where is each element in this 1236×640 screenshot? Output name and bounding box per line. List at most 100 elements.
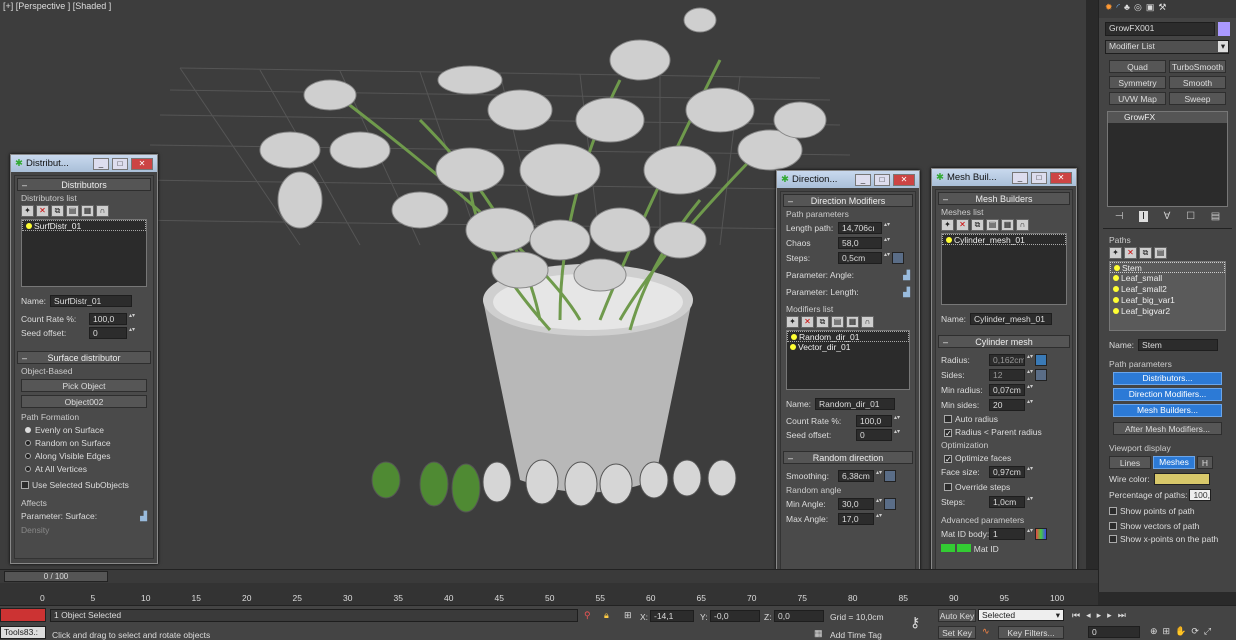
spinner[interactable]: ▴▾ xyxy=(129,327,135,339)
length-field[interactable]: 14,706cı xyxy=(838,222,882,234)
maximize-button[interactable]: □ xyxy=(874,173,890,186)
copy-icon[interactable]: ⧉ xyxy=(971,219,984,231)
add-time-tag[interactable]: Add Time Tag xyxy=(830,630,882,640)
minsides-field[interactable]: 20 xyxy=(989,399,1025,411)
minradius-field[interactable]: 0,07cm xyxy=(989,384,1025,396)
show-xpoints-checkbox[interactable]: Show x-points on the path xyxy=(1109,534,1226,544)
new-icon[interactable]: ✦ xyxy=(1109,247,1122,259)
utilities-icon[interactable]: ⚒ xyxy=(1158,2,1166,16)
remove-icon[interactable]: ☐ xyxy=(1186,211,1195,222)
percentage-field[interactable]: 100,0 xyxy=(1189,489,1212,501)
mesh-titlebar[interactable]: ✱ Mesh Buil... _ □ ✕ xyxy=(932,169,1076,186)
list-item[interactable]: Leaf_small xyxy=(1110,273,1225,284)
smooth-button[interactable]: Smooth xyxy=(1169,76,1226,89)
lock-icon[interactable]: 🔒︎ xyxy=(604,610,609,621)
show-points-checkbox[interactable]: Show points of path xyxy=(1109,506,1226,516)
paste-icon[interactable]: ▤ xyxy=(1154,247,1167,259)
uvw-map-button[interactable]: UVW Map xyxy=(1109,92,1166,105)
close-button[interactable]: ✕ xyxy=(893,173,915,186)
magnet-icon[interactable]: ∩ xyxy=(1016,219,1029,231)
seed-field[interactable]: 0 xyxy=(89,327,127,339)
show-vectors-checkbox[interactable]: Show vectors of path xyxy=(1109,521,1226,531)
radio-random[interactable]: Random on Surface xyxy=(25,438,143,448)
meshes-list[interactable]: Cylinder_mesh_01 xyxy=(941,233,1067,305)
graph-icon[interactable] xyxy=(884,498,896,510)
key-mode-icon[interactable]: ∿ xyxy=(982,626,990,637)
override-steps-checkbox[interactable]: Override steps xyxy=(944,482,1064,492)
steps-field[interactable]: 1,0cm xyxy=(989,496,1025,508)
meshes-tab[interactable]: Meshes xyxy=(1153,456,1195,469)
name-field[interactable]: SurfDistr_01 xyxy=(50,295,133,307)
max-angle-field[interactable]: 17,0 xyxy=(838,513,874,525)
delete-icon[interactable]: ✕ xyxy=(956,219,969,231)
y-field[interactable]: -0,0 xyxy=(710,610,760,622)
display-icon[interactable]: ▣ xyxy=(1146,2,1155,16)
radio-vertices[interactable]: At All Vertices xyxy=(25,464,143,474)
smoothing-field[interactable]: 6,38cm xyxy=(838,470,874,482)
modifier-stack[interactable]: GrowFX xyxy=(1107,111,1228,207)
countrate-field[interactable]: 100,0 xyxy=(89,313,127,325)
current-frame-field[interactable]: 0 xyxy=(1088,626,1140,638)
direction-titlebar[interactable]: ✱ Direction... _ □ ✕ xyxy=(777,171,919,188)
next-frame-icon[interactable]: ▸ xyxy=(1107,610,1112,621)
sides-field[interactable]: 12 xyxy=(989,369,1025,381)
seed-field[interactable]: 0 xyxy=(856,429,892,441)
graph-icon[interactable]: ▟ xyxy=(903,287,910,298)
x-field[interactable]: -14,1 xyxy=(650,610,694,622)
list-item[interactable]: Leaf_small2 xyxy=(1110,284,1225,295)
prev-frame-icon[interactable]: ◂ xyxy=(1086,610,1091,621)
object-name-field[interactable]: GrowFX001 xyxy=(1105,22,1216,36)
delete-icon[interactable]: ✕ xyxy=(1124,247,1137,259)
paste-icon[interactable]: ▤ xyxy=(831,316,844,328)
key-selection-dropdown[interactable]: Selected ▾ xyxy=(978,609,1064,621)
unique-icon[interactable]: ∀ xyxy=(1164,211,1171,222)
motion-icon[interactable]: ◎ xyxy=(1134,2,1142,16)
new-icon[interactable]: ✦ xyxy=(941,219,954,231)
track-bar[interactable]: 0 5 10 15 20 25 30 35 40 45 50 55 60 65 70 75 80 85 90 95 10… xyxy=(0,583,1098,605)
list-item[interactable]: Leaf_bigvar2 xyxy=(1110,306,1225,317)
graph-icon[interactable]: ▟ xyxy=(903,270,910,281)
wire-color-swatch[interactable] xyxy=(1153,473,1210,485)
facesize-field[interactable]: 0,97cm xyxy=(989,466,1025,478)
copy-icon[interactable]: ⧉ xyxy=(51,205,64,217)
time-slider[interactable]: 0 / 100 xyxy=(0,569,1098,583)
maxscript-mini-listener[interactable]: Tools83.: xyxy=(0,626,46,639)
object-color-swatch[interactable] xyxy=(1218,22,1230,36)
list-item[interactable]: Stem xyxy=(1110,262,1225,273)
list-item[interactable]: Leaf_big_var1 xyxy=(1110,295,1225,306)
mesh-builders-button[interactable]: Mesh Builders... xyxy=(1113,404,1222,417)
name-field[interactable]: Stem xyxy=(1138,339,1219,351)
zoom-icon[interactable]: ⊕ xyxy=(1150,626,1158,637)
hierarchy-icon[interactable]: ♣ xyxy=(1124,2,1130,16)
list-item[interactable]: Vector_dir_01 xyxy=(787,342,909,353)
new-icon[interactable]: ✦ xyxy=(21,205,34,217)
rollout-surface-distributor[interactable]: – Surface distributor xyxy=(17,351,151,364)
zoom-all-icon[interactable]: ⊞ xyxy=(1163,626,1171,637)
time-tag-icon[interactable]: ▦ xyxy=(814,628,823,639)
delete-icon[interactable]: ✕ xyxy=(36,205,49,217)
instance-icon[interactable]: ▦ xyxy=(81,205,94,217)
perspective-viewport[interactable]: [+] [Perspective ] [Shaded ] xyxy=(0,0,1086,580)
transform-mode-icon[interactable]: ⊞ xyxy=(624,610,632,621)
use-selected-checkbox[interactable]: Use Selected SubObjects xyxy=(21,480,147,490)
distributors-button[interactable]: Distributors... xyxy=(1113,372,1222,385)
orbit-icon[interactable]: ⟳ xyxy=(1191,626,1199,637)
rollout-random-direction[interactable]: – Random direction xyxy=(783,451,913,464)
maximize-button[interactable]: □ xyxy=(112,157,128,170)
palette-icon[interactable] xyxy=(1035,528,1047,540)
delete-icon[interactable]: ✕ xyxy=(801,316,814,328)
symmetry-button[interactable]: Symmetry xyxy=(1109,76,1166,89)
show-end-icon[interactable]: I xyxy=(1139,211,1148,222)
name-field[interactable]: Cylinder_mesh_01 xyxy=(970,313,1053,325)
optimize-faces-checkbox[interactable]: ✓ Optimize faces xyxy=(944,453,1064,464)
paste-icon[interactable]: ▤ xyxy=(66,205,79,217)
matid-field[interactable]: 1 xyxy=(989,528,1025,540)
after-mesh-modifiers-button[interactable]: After Mesh Modifiers... xyxy=(1113,422,1222,435)
key-icon[interactable]: ⚷ xyxy=(910,614,920,631)
lines-tab[interactable]: Lines xyxy=(1109,456,1151,469)
quad-chamfer-button[interactable]: Quad Chamfer xyxy=(1109,60,1166,84)
new-icon[interactable]: ✦ xyxy=(786,316,799,328)
direction-modifiers-button[interactable]: Direction Modifiers... xyxy=(1113,388,1222,401)
h-tab[interactable]: H xyxy=(1197,456,1213,469)
maximize-button[interactable]: □ xyxy=(1031,171,1047,184)
